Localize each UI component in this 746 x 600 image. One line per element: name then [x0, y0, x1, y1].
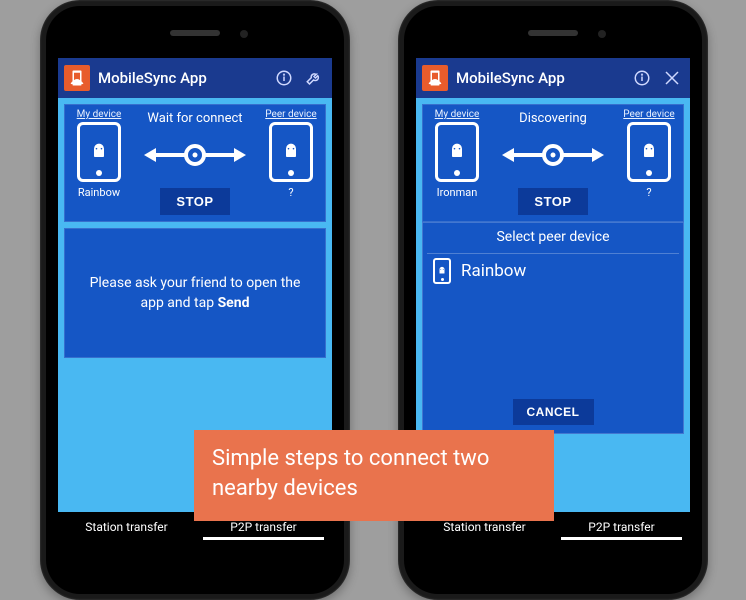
stop-button[interactable]: STOP [518, 188, 587, 215]
info-icon[interactable] [630, 66, 654, 90]
peer-device-name: ? [621, 186, 677, 199]
action-bar: MobileSync App [58, 58, 332, 98]
my-device-column: My device Ironman [429, 109, 485, 199]
overlay-banner: Simple steps to connect two nearby devic… [194, 430, 554, 521]
connect-status: Wait for connect [147, 111, 242, 126]
peer-device-icon [269, 122, 313, 182]
my-device-name: Ironman [429, 186, 485, 199]
connect-panel: My device Rainbow Wait for connect [64, 104, 326, 222]
phone-speaker [170, 30, 220, 36]
select-peer-dialog: Select peer device Rainbow CANCEL [422, 222, 684, 434]
peer-device-column: Peer device ? [263, 109, 319, 199]
my-device-name: Rainbow [71, 186, 127, 199]
device-icon [433, 258, 451, 284]
sync-arrows-icon [498, 141, 608, 173]
connect-center: Wait for connect STOP [131, 111, 259, 215]
tools-icon[interactable] [660, 66, 684, 90]
instruction-panel: Please ask your friend to open the app a… [64, 228, 326, 358]
stop-button[interactable]: STOP [160, 188, 229, 215]
sync-arrows-icon [140, 141, 250, 173]
peer-device-link[interactable]: Peer device [263, 109, 319, 120]
connect-panel: My device Ironman Discovering [422, 104, 684, 222]
my-device-link[interactable]: My device [71, 109, 127, 120]
tab-station-transfer[interactable]: Station transfer [58, 512, 195, 542]
cancel-button[interactable]: CANCEL [513, 399, 594, 425]
app-title: MobileSync App [98, 69, 266, 87]
peer-device-column: Peer device ? [621, 109, 677, 199]
app-logo-icon [422, 65, 448, 91]
app-logo-icon [64, 65, 90, 91]
my-device-column: My device Rainbow [71, 109, 127, 199]
app-title: MobileSync App [456, 69, 624, 87]
my-device-icon [77, 122, 121, 182]
instruction-text: Please ask your friend to open the app a… [90, 275, 301, 311]
phone-sensor [240, 30, 248, 38]
connect-status: Discovering [519, 111, 587, 126]
peer-device-icon [627, 122, 671, 182]
action-bar: MobileSync App [416, 58, 690, 98]
peer-device-link[interactable]: Peer device [621, 109, 677, 120]
phone-speaker [528, 30, 578, 36]
peer-name: Rainbow [461, 261, 526, 281]
instruction-bold: Send [218, 295, 250, 311]
info-icon[interactable] [272, 66, 296, 90]
tab-p2p-transfer[interactable]: P2P transfer [553, 512, 690, 542]
peer-device-name: ? [263, 186, 319, 199]
phone-sensor [598, 30, 606, 38]
my-device-link[interactable]: My device [429, 109, 485, 120]
dialog-title: Select peer device [423, 223, 683, 253]
wrench-icon[interactable] [302, 66, 326, 90]
peer-list: Rainbow [423, 253, 683, 399]
my-device-icon [435, 122, 479, 182]
connect-center: Discovering STOP [489, 111, 617, 215]
peer-list-item[interactable]: Rainbow [427, 253, 679, 288]
